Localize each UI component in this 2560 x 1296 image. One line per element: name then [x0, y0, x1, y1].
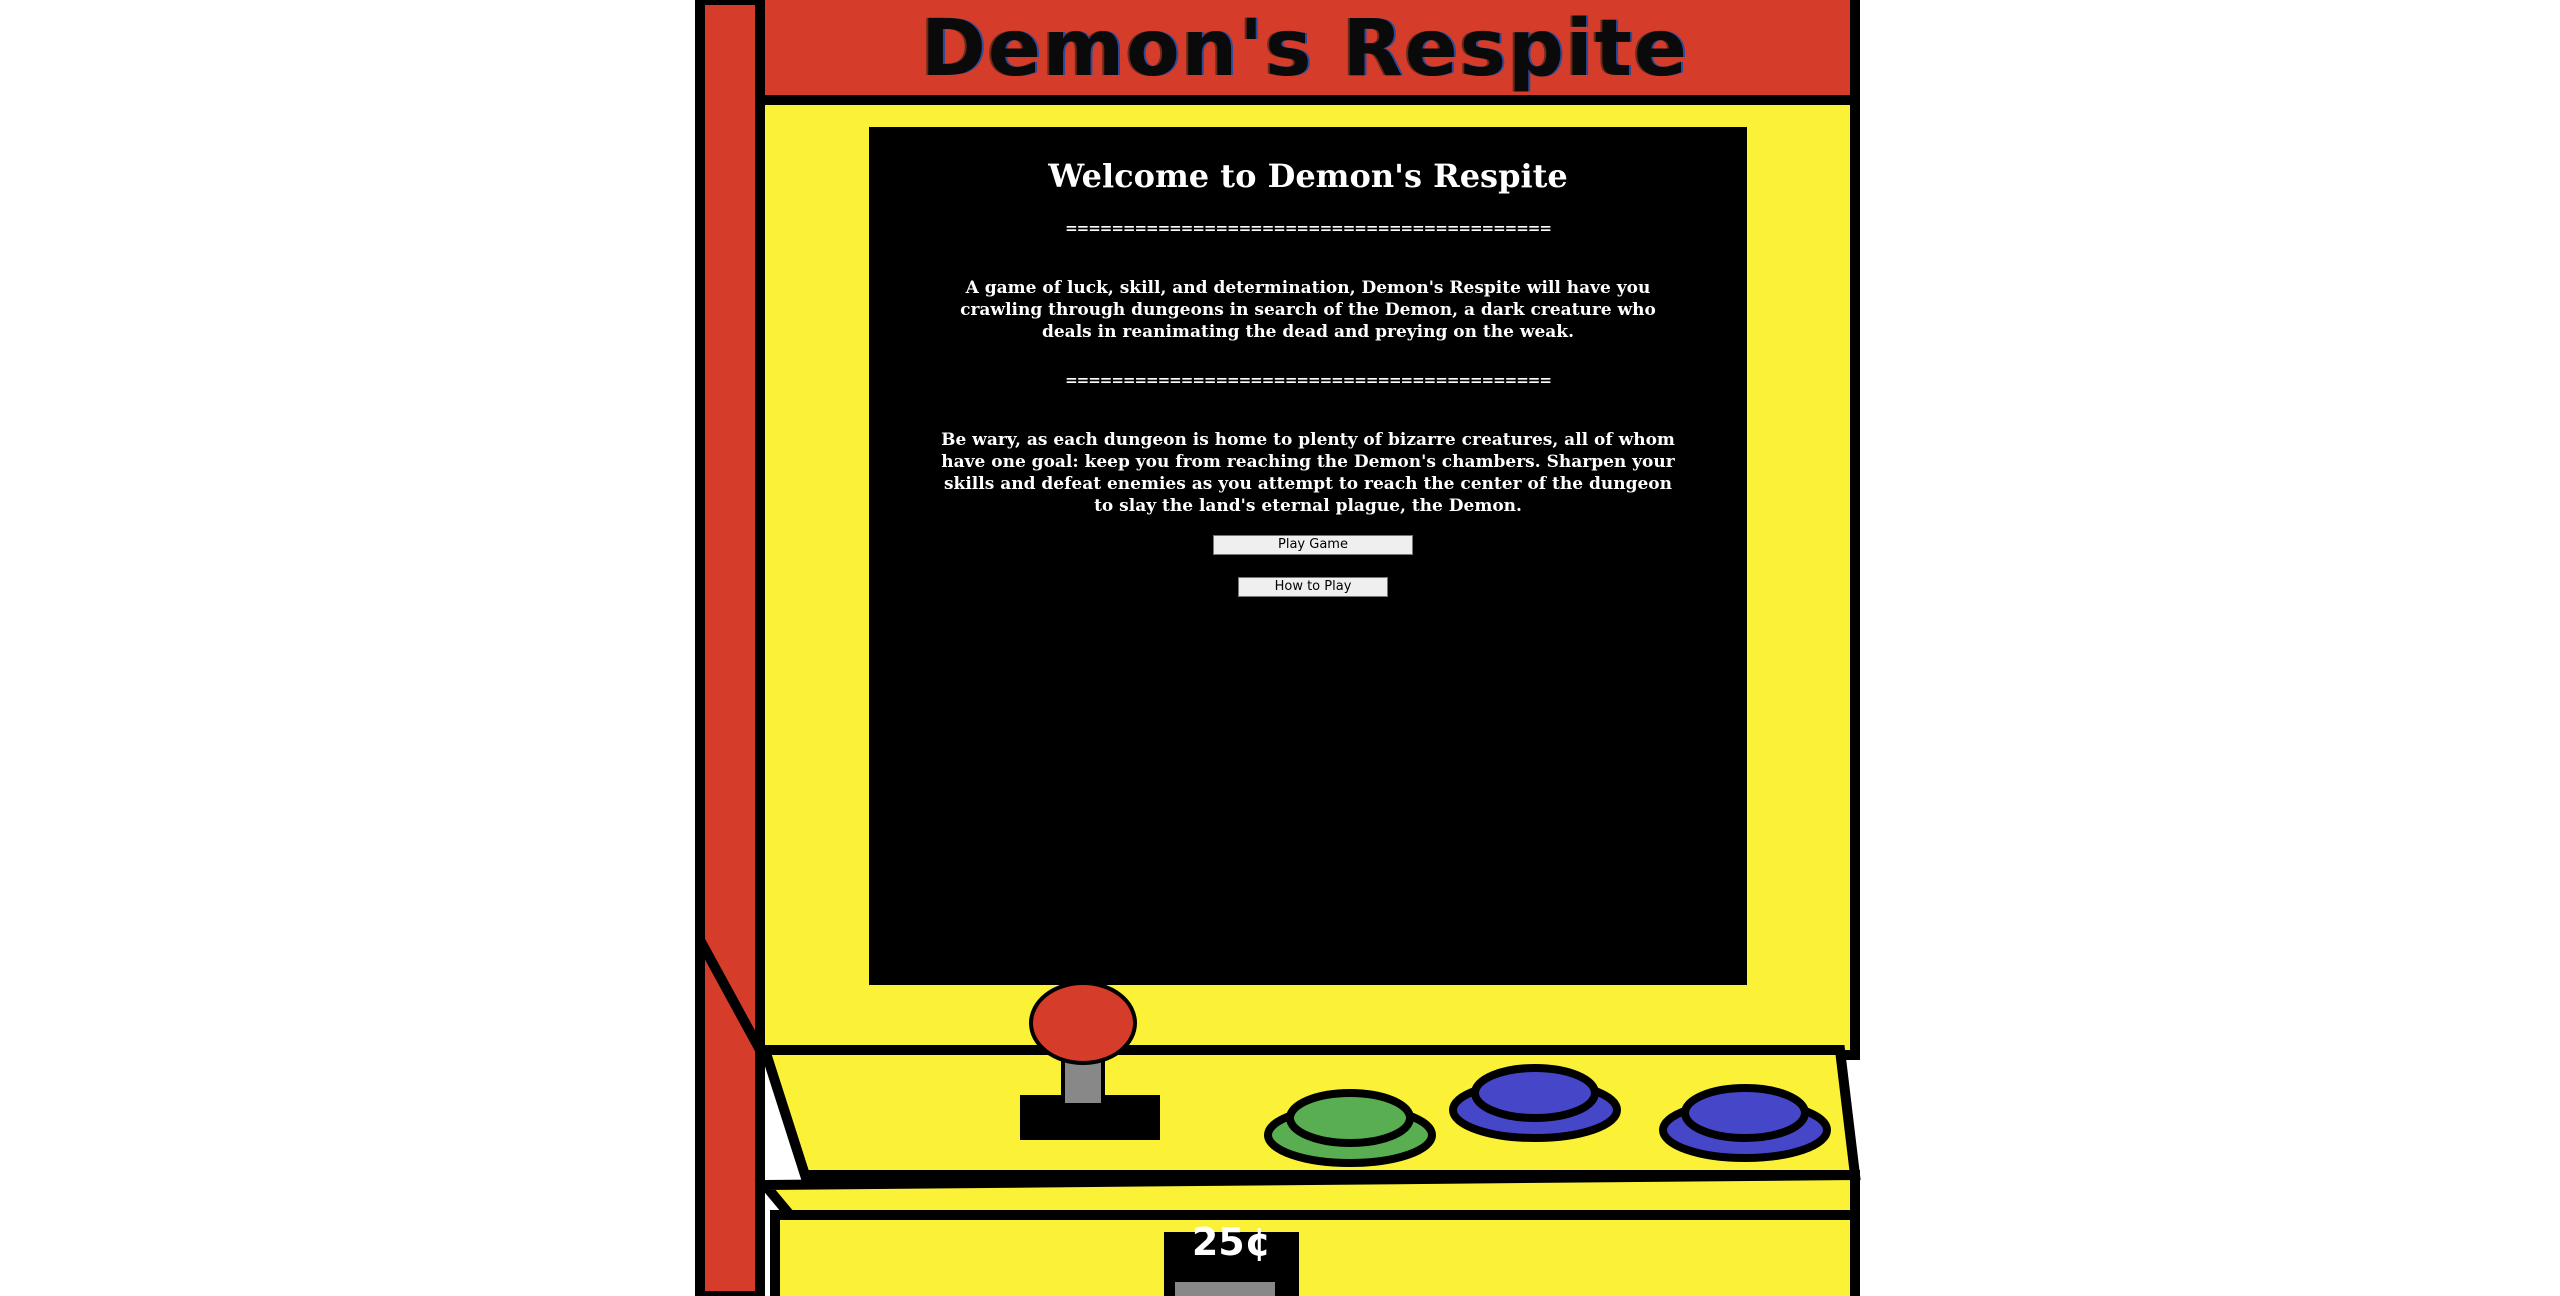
warning-text: Be wary, as each dungeon is home to plen…: [941, 430, 1675, 516]
how-to-play-button[interactable]: How to Play: [1238, 577, 1388, 597]
control-ledge: [754, 1169, 1860, 1220]
marquee-title: Demon's Respite: [921, 4, 1689, 94]
divider-top: ========================================…: [1065, 219, 1552, 237]
welcome-heading: Welcome to Demon's Respite: [1048, 157, 1568, 195]
arcade-cabinet: Demon's Respite Welcome to Demon's Respi…: [0, 0, 2560, 1296]
cabinet-front: [770, 1210, 1860, 1296]
play-game-button[interactable]: Play Game: [1213, 535, 1413, 555]
coin-insert-slot[interactable]: [1175, 1282, 1275, 1296]
intro-text: A game of luck, skill, and determination…: [960, 278, 1656, 342]
divider-middle: ========================================…: [1065, 371, 1552, 389]
coin-price: 25¢: [1191, 1220, 1272, 1264]
game-screen: Welcome to Demon's Respite =============…: [869, 127, 1747, 985]
